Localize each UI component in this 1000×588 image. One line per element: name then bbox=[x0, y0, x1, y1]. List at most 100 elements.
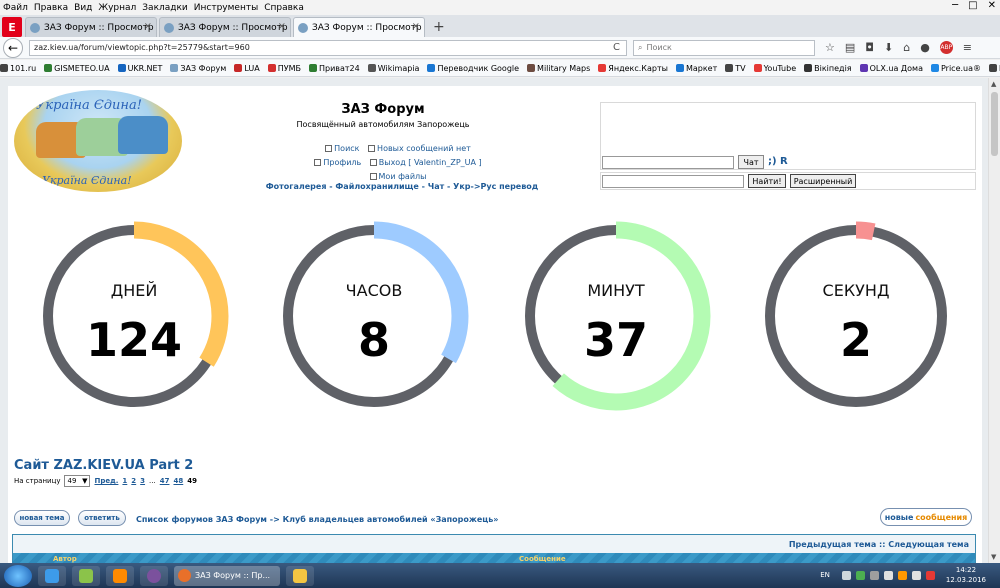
bookmark-item[interactable]: Wikimapia bbox=[367, 64, 419, 73]
pagination-ellipsis: ... bbox=[149, 477, 156, 485]
tray-expand-icon[interactable] bbox=[841, 570, 851, 580]
vertical-scrollbar[interactable]: ▲ ▼ bbox=[988, 78, 1000, 563]
taskbar-app-ie[interactable] bbox=[38, 565, 66, 586]
bookmark-item[interactable]: YouTube bbox=[753, 64, 796, 73]
new-topic-button[interactable]: новая тема bbox=[14, 510, 70, 526]
close-button[interactable]: ✕ bbox=[988, 0, 996, 11]
bookmark-item[interactable]: Price.ua® bbox=[930, 64, 981, 73]
taskbar-app-explorer[interactable] bbox=[286, 565, 314, 586]
language-indicator[interactable]: EN bbox=[820, 571, 830, 579]
tab-favicon-icon bbox=[298, 22, 308, 33]
volume-icon[interactable] bbox=[911, 570, 921, 580]
close-tab-icon[interactable]: × bbox=[144, 21, 152, 32]
chat-icon[interactable]: ● bbox=[920, 41, 930, 54]
page-link[interactable]: 2 bbox=[131, 477, 136, 485]
search-input[interactable]: ⌕ Поиск bbox=[633, 39, 815, 56]
taskbar-firefox-window[interactable]: ЗАЗ Форум :: Пр... bbox=[174, 565, 280, 586]
chat-button[interactable]: Чат bbox=[738, 155, 764, 169]
new-posts-button[interactable]: новые сообщения bbox=[880, 508, 972, 526]
bookmark-item[interactable]: OLX.ua Дома bbox=[859, 64, 923, 73]
taskbar-app-notes[interactable] bbox=[72, 565, 100, 586]
url-bar[interactable]: zaz.kiev.ua/forum/viewtopic.php?t=25779&… bbox=[29, 39, 627, 56]
network-icon[interactable] bbox=[883, 570, 893, 580]
bookmark-item[interactable]: UKR.NET bbox=[117, 64, 162, 73]
bookmark-item[interactable]: Приват24 bbox=[308, 64, 360, 73]
bookmark-item[interactable]: ЗАЗ Форум bbox=[170, 64, 226, 73]
clock[interactable]: 14:22 12.03.2016 bbox=[946, 565, 986, 585]
chat-smiley[interactable]: ;) R bbox=[768, 156, 788, 167]
taskbar-app-viber[interactable] bbox=[140, 565, 168, 586]
bookmark-item[interactable]: hotline.ua bbox=[989, 64, 1000, 73]
page-select[interactable]: 49 ▼ bbox=[64, 475, 91, 487]
bookmark-item[interactable]: ПУМБ bbox=[267, 64, 301, 73]
menu-item[interactable]: Журнал bbox=[95, 3, 139, 13]
link-profile[interactable]: Профиль bbox=[314, 156, 361, 169]
bookmark-item[interactable]: GISMETEO.UA bbox=[44, 64, 110, 73]
chat-input[interactable] bbox=[602, 156, 734, 169]
pinned-tab[interactable]: E bbox=[2, 17, 22, 37]
menu-item[interactable]: Файл bbox=[0, 3, 31, 13]
page-link[interactable]: 47 bbox=[160, 477, 170, 485]
tray-app-icon[interactable] bbox=[855, 570, 865, 580]
page-link[interactable]: 3 bbox=[140, 477, 145, 485]
link-translate[interactable]: Укр->Рус перевод bbox=[453, 182, 538, 191]
reading-list-icon[interactable]: ▤ bbox=[845, 41, 855, 54]
breadcrumb-forum-index[interactable]: Список форумов ЗАЗ Форум bbox=[136, 515, 267, 524]
scroll-up-icon[interactable]: ▲ bbox=[991, 80, 996, 88]
scroll-down-icon[interactable]: ▼ bbox=[991, 553, 996, 561]
bookmark-item[interactable]: 101.ru bbox=[0, 64, 36, 73]
link-gallery[interactable]: Фотогалерея bbox=[266, 182, 327, 191]
next-topic-link[interactable]: Следующая тема bbox=[888, 540, 969, 549]
link-search[interactable]: Поиск bbox=[325, 142, 360, 155]
reload-icon[interactable]: C bbox=[613, 42, 620, 53]
bookmark-item[interactable]: LUA bbox=[234, 64, 260, 73]
pocket-icon[interactable]: ◘ bbox=[865, 41, 874, 54]
home-icon[interactable]: ⌂ bbox=[903, 41, 910, 54]
link-new-posts[interactable]: Новых сообщений нет bbox=[368, 142, 471, 155]
bookmark-item[interactable]: Вікіпедія bbox=[804, 64, 852, 73]
bookmark-item[interactable]: TV bbox=[725, 64, 746, 73]
bookmark-item[interactable]: Military Maps bbox=[527, 64, 590, 73]
browser-tab[interactable]: ЗАЗ Форум :: Просмотр т...× bbox=[293, 17, 425, 37]
browser-tab[interactable]: ЗАЗ Форум :: Просмотр т...× bbox=[159, 17, 291, 37]
bookmark-item[interactable]: Маркет bbox=[675, 64, 717, 73]
close-tab-icon[interactable]: × bbox=[412, 21, 420, 32]
menu-item[interactable]: Справка bbox=[261, 3, 307, 13]
back-button[interactable]: ← bbox=[3, 37, 23, 58]
tray-app-icon[interactable] bbox=[869, 570, 879, 580]
minimize-button[interactable]: ─ bbox=[952, 0, 958, 11]
download-icon[interactable]: ⬇ bbox=[884, 41, 893, 54]
menu-icon[interactable]: ≡ bbox=[963, 41, 972, 54]
find-button[interactable]: Найти! bbox=[748, 174, 786, 188]
taskbar-app-player[interactable] bbox=[106, 565, 134, 586]
menu-item[interactable]: Вид bbox=[71, 3, 95, 13]
adblock-icon[interactable]: ABP bbox=[939, 41, 953, 54]
menu-item[interactable]: Инструменты bbox=[191, 3, 261, 13]
forum-search-input[interactable] bbox=[602, 175, 744, 188]
start-button[interactable] bbox=[4, 564, 32, 587]
site-logo[interactable]: Україна Єдина! Україна Єдина! bbox=[14, 90, 182, 192]
reply-button[interactable]: ответить bbox=[78, 510, 126, 526]
advanced-search-button[interactable]: Расширенный bbox=[790, 174, 856, 188]
bookmark-item[interactable]: Переводчик Google bbox=[427, 64, 519, 73]
maximize-button[interactable]: □ bbox=[968, 0, 977, 11]
prev-topic-link[interactable]: Предыдущая тема bbox=[789, 540, 876, 549]
link-file-storage[interactable]: Файлохранилище bbox=[335, 182, 418, 191]
close-tab-icon[interactable]: × bbox=[278, 21, 286, 32]
link-logout[interactable]: Выход [ Valentin_ZP_UA ] bbox=[369, 156, 482, 169]
page-link[interactable]: 1 bbox=[122, 477, 127, 485]
scrollbar-thumb[interactable] bbox=[991, 92, 998, 156]
new-tab-button[interactable]: + bbox=[427, 19, 451, 35]
menu-item[interactable]: Закладки bbox=[139, 3, 191, 13]
menu-item[interactable]: Правка bbox=[31, 3, 71, 13]
page-link[interactable]: 48 bbox=[173, 477, 183, 485]
breadcrumb-forum[interactable]: Клуб владельцев автомобилей «Запорожець» bbox=[283, 515, 499, 524]
bookmark-item[interactable]: Яндекс.Карты bbox=[598, 64, 668, 73]
prev-page-link[interactable]: Пред. bbox=[94, 477, 118, 485]
tray-app-icon[interactable] bbox=[925, 570, 935, 580]
bookmark-star-icon[interactable]: ☆ bbox=[825, 41, 835, 54]
link-chat[interactable]: Чат bbox=[428, 182, 445, 191]
tray-app-icon[interactable] bbox=[897, 570, 907, 580]
browser-tab[interactable]: ЗАЗ Форум :: Просмотр т...× bbox=[25, 17, 157, 37]
topic-title[interactable]: Сайт ZAZ.KIEV.UA Part 2 bbox=[14, 458, 193, 473]
